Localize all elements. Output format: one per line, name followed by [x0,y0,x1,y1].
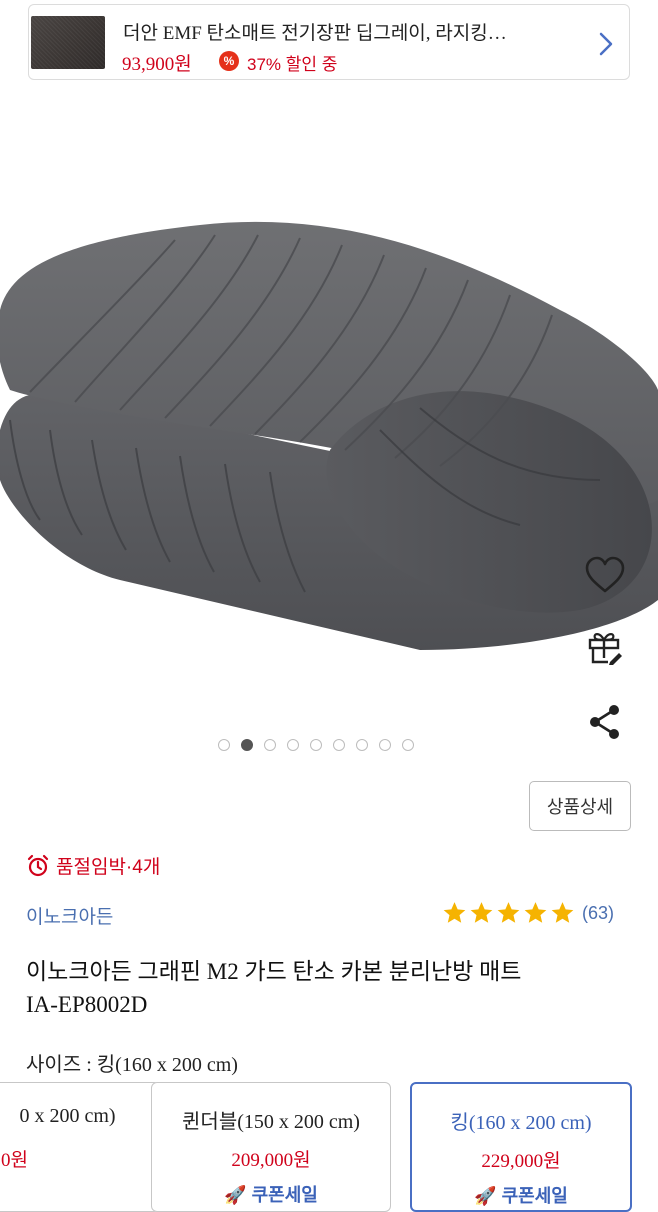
review-count[interactable]: (63) [582,903,614,924]
selected-size-label: 사이즈 : 킹(160 x 200 cm) [26,1054,238,1076]
option-coupon-text: 쿠폰세일 [251,1185,318,1205]
gallery-pagination [218,739,414,751]
rocket-icon: 🚀 [474,1186,497,1206]
rocket-icon: 🚀 [224,1185,247,1205]
discount-badge-icon: % [219,51,239,71]
option-name: 퀸더블(150 x 200 cm) [182,1111,360,1133]
heart-icon[interactable] [584,556,626,594]
stock-notice-text: 품절임박·4개 [56,857,161,878]
option-name: 0 x 200 cm) [19,1105,116,1127]
gallery-dot[interactable] [241,739,253,751]
star-icon [497,902,520,923]
gallery-dot[interactable] [264,739,276,751]
star-icon [551,902,574,923]
rating-stars [441,900,576,926]
star-icon [470,902,493,923]
gallery-dot[interactable] [402,739,414,751]
option-coupon: 🚀 쿠폰세일 [152,1181,390,1207]
sticky-discount-text: 37% 할인 중 [247,55,338,74]
gallery-dot[interactable] [333,739,345,751]
product-thumbnail [31,16,105,69]
gallery-dot[interactable] [356,739,368,751]
star-icon [443,902,466,923]
option-price: 0원 [1,1150,28,1171]
option-price: 229,000원 [481,1151,561,1172]
option-name: 킹(160 x 200 cm) [450,1112,592,1134]
sticky-product-price: 93,900원 [122,54,192,75]
gallery-dot[interactable] [287,739,299,751]
stock-notice: 품절임박·4개 [26,852,160,879]
option-coupon-text: 쿠폰세일 [501,1186,568,1206]
product-detail-button[interactable]: 상품상세 [529,781,631,831]
product-title: 이노크아든 그래핀 M2 가드 탄소 카본 분리난방 매트 IA-EP8002D [26,955,636,1021]
size-option-king[interactable]: 킹(160 x 200 cm) 229,000원 🚀 쿠폰세일 [410,1082,632,1212]
gift-icon[interactable] [586,628,624,666]
gallery-dot[interactable] [379,739,391,751]
product-image[interactable] [0,180,658,650]
product-title-line1: 이노크아든 그래핀 M2 가드 탄소 카본 분리난방 매트 [26,959,522,984]
share-icon[interactable] [587,703,623,741]
sticky-product-card[interactable]: 더안 EMF 탄소매트 전기장판 딥그레이, 라지킹… 93,900원 % 37… [28,4,630,80]
sticky-product-title: 더안 EMF 탄소매트 전기장판 딥그레이, 라지킹… [123,23,507,44]
option-price: 209,000원 [231,1150,311,1171]
alarm-clock-icon [27,854,49,876]
star-icon [524,902,547,923]
gallery-dot[interactable] [218,739,230,751]
chevron-right-icon[interactable] [597,31,615,57]
gallery-dot[interactable] [310,739,322,751]
option-coupon: 🚀 쿠폰세일 [412,1182,630,1208]
size-option-queen-double[interactable]: 퀸더블(150 x 200 cm) 209,000원 🚀 쿠폰세일 [151,1082,391,1212]
brand-link[interactable]: 이노크아든 [26,902,113,929]
size-option-partial[interactable]: 0 x 200 cm) 0원 [0,1082,160,1212]
rating[interactable]: (63) [441,900,614,926]
product-title-line2: IA-EP8002D [26,992,148,1017]
